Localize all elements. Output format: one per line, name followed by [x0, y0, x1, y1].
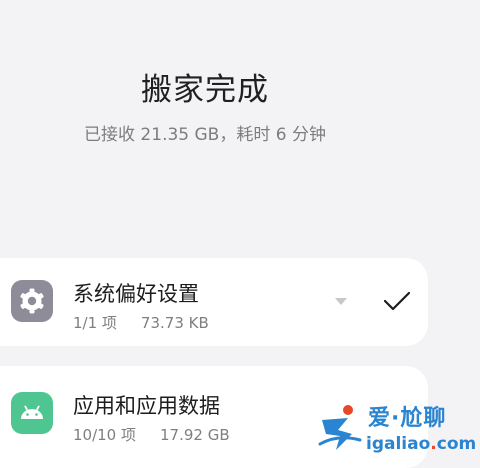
item-meta: 10/10 项 17.92 GB [73, 424, 230, 445]
android-icon [11, 392, 53, 434]
watermark-brand: 爱·尬聊 [368, 406, 447, 431]
watermark-domain-name: igaliao [366, 434, 431, 454]
item-name: 应用和应用数据 [73, 394, 220, 418]
check-icon [383, 291, 411, 311]
migration-complete-screen: 搬家完成 已接收 21.35 GB，耗时 6 分钟 系统偏好设置 1/1 项 73… [0, 0, 480, 468]
item-size: 17.92 GB [160, 426, 230, 444]
item-count: 10/10 项 [73, 426, 136, 444]
watermark-domain: igaliao.com [366, 434, 476, 454]
item-meta: 1/1 项 73.73 KB [73, 312, 209, 333]
watermark: 爱·尬聊 igaliao.com [318, 398, 478, 462]
gear-icon [11, 280, 53, 322]
list-item-system-preferences[interactable]: 系统偏好设置 1/1 项 73.73 KB [0, 258, 428, 346]
expand-arrow-icon[interactable] [335, 298, 347, 305]
transfer-summary: 已接收 21.35 GB，耗时 6 分钟 [84, 125, 326, 145]
watermark-domain-tld: com [436, 434, 477, 454]
page-title: 搬家完成 [141, 72, 269, 108]
item-size: 73.73 KB [140, 314, 209, 332]
item-name: 系统偏好设置 [73, 282, 199, 306]
item-count: 1/1 项 [73, 314, 117, 332]
watermark-logo-icon [318, 405, 362, 450]
